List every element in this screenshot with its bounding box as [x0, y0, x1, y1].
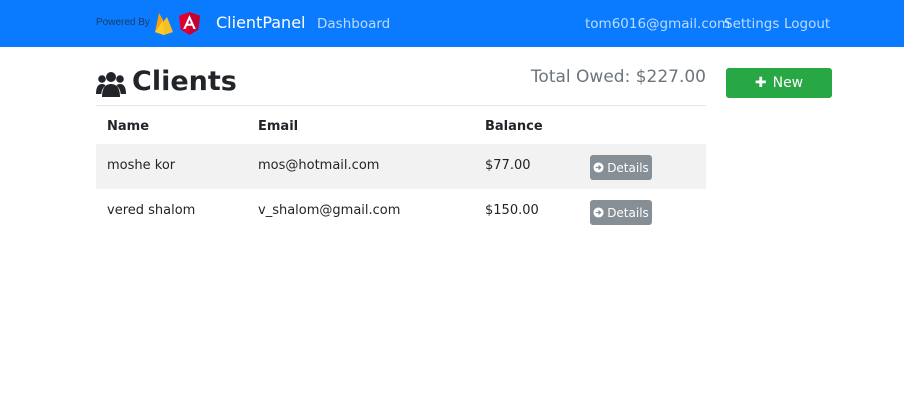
client-balance-cell: $150.00: [485, 203, 539, 218]
firebase-icon: [155, 13, 173, 35]
new-client-button[interactable]: ✚ New: [726, 68, 832, 98]
nav-logout-link[interactable]: Logout: [784, 16, 830, 32]
table-row: vered shalom v_shalom@gmail.com $150.00 …: [96, 189, 706, 234]
nav-user-email-link[interactable]: tom6016@gmail.com: [585, 16, 730, 32]
powered-by-label: Powered By: [96, 17, 150, 28]
arrow-circle-right-icon: [593, 207, 604, 218]
arrow-circle-right-icon: [593, 162, 604, 173]
nav-dashboard-link[interactable]: Dashboard: [317, 16, 390, 32]
details-button[interactable]: Details: [590, 200, 652, 225]
column-header-balance: Balance: [485, 119, 543, 134]
page-title: Clients: [132, 66, 237, 97]
client-name-cell: vered shalom: [107, 203, 196, 218]
brand-link[interactable]: ClientPanel: [216, 13, 305, 32]
client-balance-cell: $77.00: [485, 158, 531, 173]
client-name-cell: moshe kor: [107, 158, 176, 173]
plus-icon: ✚: [754, 75, 767, 91]
client-email-cell: v_shalom@gmail.com: [258, 203, 401, 218]
details-button[interactable]: Details: [590, 155, 652, 180]
nav-settings-link[interactable]: Settings: [724, 16, 779, 32]
clients-table: Name Email Balance moshe kor mos@hotmail…: [96, 106, 706, 234]
client-email-cell: mos@hotmail.com: [258, 158, 380, 173]
new-button-label: New: [772, 75, 804, 91]
details-button-label: Details: [607, 205, 649, 220]
users-icon: [96, 72, 126, 97]
table-header-row: Name Email Balance: [96, 106, 706, 144]
navbar: Powered By ClientPanel Dashboard tom6016…: [0, 0, 904, 47]
table-row: moshe kor mos@hotmail.com $77.00 Details: [96, 144, 706, 189]
angular-icon: [179, 12, 200, 35]
column-header-email: Email: [258, 119, 299, 134]
total-owed-label: Total Owed: $227.00: [530, 67, 706, 87]
column-header-name: Name: [107, 119, 150, 134]
details-button-label: Details: [607, 160, 649, 175]
